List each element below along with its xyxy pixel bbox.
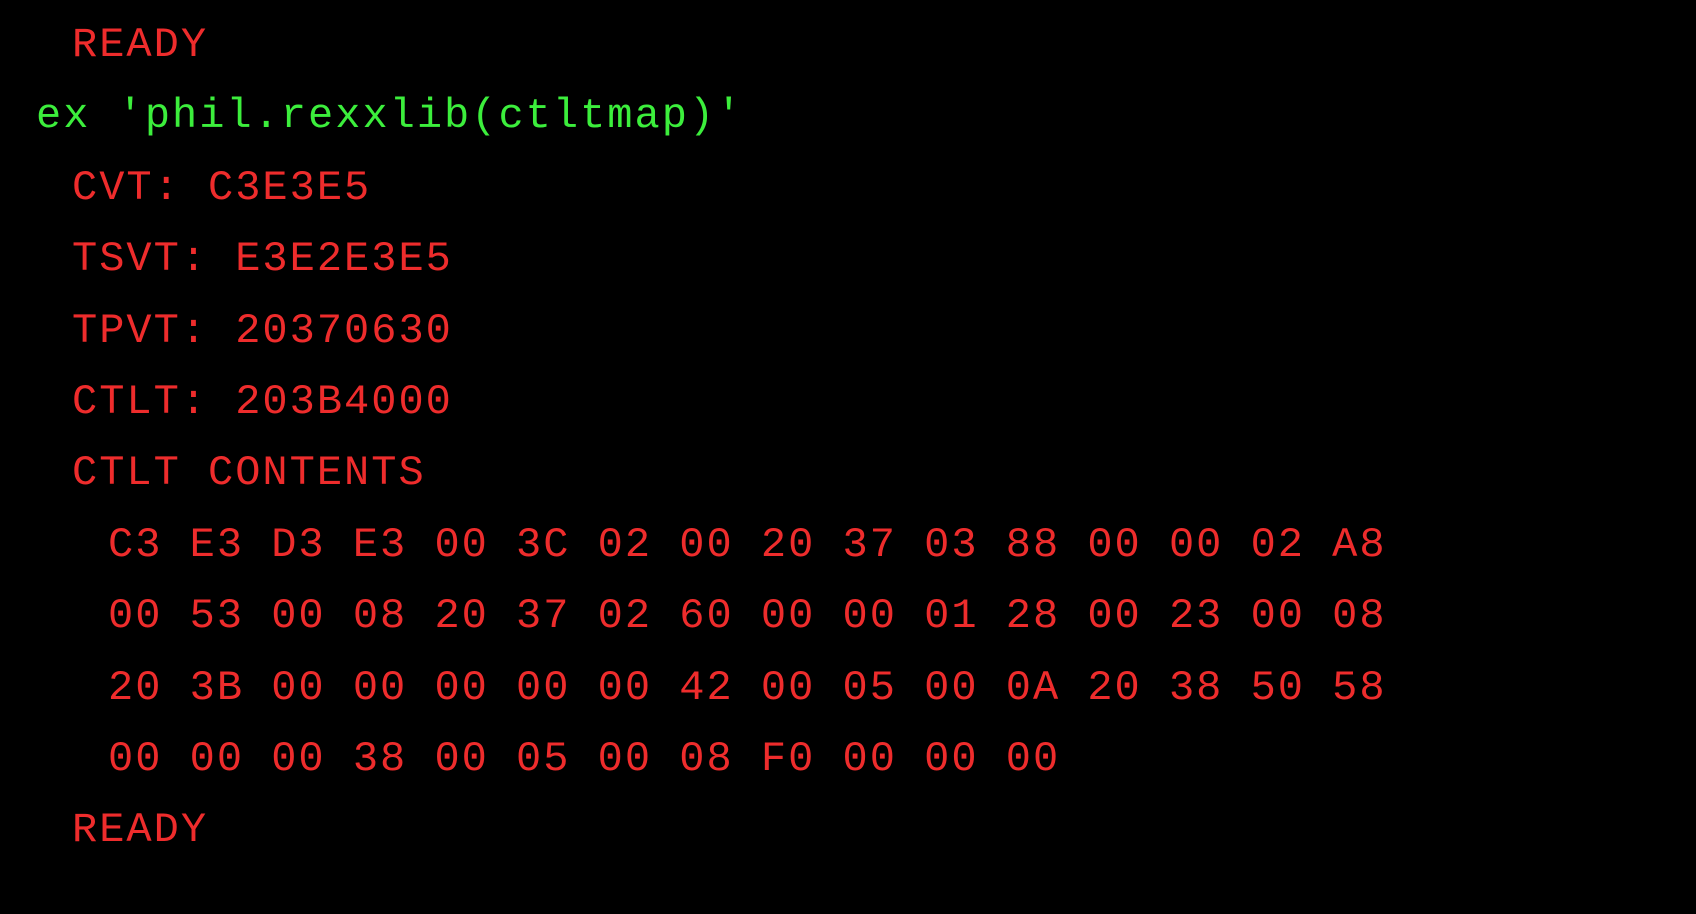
hex-row: 20 3B 00 00 00 00 00 42 00 05 00 0A 20 3… xyxy=(0,653,1696,724)
tpvt-line: TPVT: 20370630 xyxy=(0,296,1696,367)
hex-row: C3 E3 D3 E3 00 3C 02 00 20 37 03 88 00 0… xyxy=(0,510,1696,581)
cvt-line: CVT: C3E3E5 xyxy=(0,153,1696,224)
hex-row: 00 00 00 38 00 05 00 08 F0 00 00 00 xyxy=(0,724,1696,795)
tsvt-line: TSVT: E3E2E3E5 xyxy=(0,224,1696,295)
ctlt-contents-header: CTLT CONTENTS xyxy=(0,438,1696,509)
hex-row: 00 53 00 08 20 37 02 60 00 00 01 28 00 2… xyxy=(0,581,1696,652)
ready-prompt-2: READY xyxy=(0,795,1696,866)
ready-prompt-1: READY xyxy=(0,10,1696,81)
command-input[interactable]: ex 'phil.rexxlib(ctltmap)' xyxy=(0,81,1696,152)
ctlt-line: CTLT: 203B4000 xyxy=(0,367,1696,438)
